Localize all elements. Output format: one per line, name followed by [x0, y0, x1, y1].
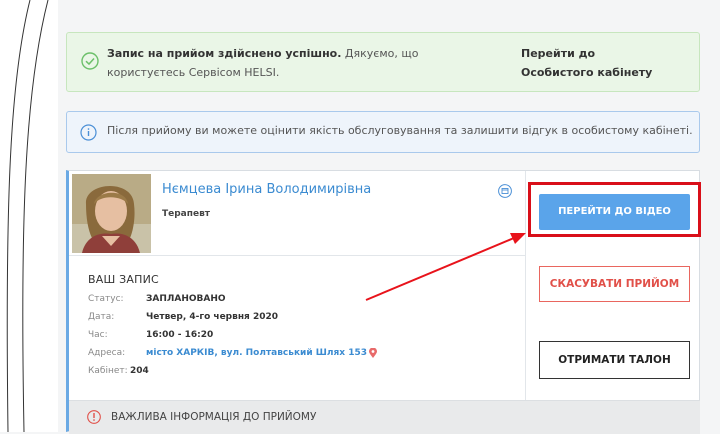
calendar-icon[interactable] [498, 184, 512, 198]
check-circle-icon [81, 52, 99, 70]
success-alert: Запис на прийом здійснено успішно. Дякує… [66, 32, 700, 92]
decorative-curves [6, 0, 49, 432]
map-pin-icon [369, 347, 378, 358]
cancel-appointment-button[interactable]: СКАСУВАТИ ПРИЙОМ [539, 266, 690, 302]
appointment-card: Нємцева Ірина Володимирівна Терапевт ВАШ… [66, 170, 701, 434]
date-value: Четвер, 4-го червня 2020 [146, 312, 279, 322]
important-info-bar[interactable]: ВАЖЛИВА ІНФОРМАЦІЯ ДО ПРИЙОМУ [69, 400, 700, 434]
date-row: Дата: Четвер, 4-го червня 2020 [88, 311, 278, 323]
info-circle-icon [80, 124, 97, 141]
address-row: Адреса: місто ХАРКІВ, вул. Полтавський Шл… [88, 347, 378, 359]
warning-circle-icon [87, 410, 101, 424]
cabinet-row: Кабінет: 204 [88, 365, 149, 377]
status-label: Статус: [88, 294, 124, 304]
appointment-title: ВАШ ЗАПИС [88, 273, 159, 286]
status-value: ЗАПЛАНОВАНО [146, 294, 226, 304]
personal-cabinet-link[interactable]: Перейти до Особистого кабінету [521, 44, 671, 82]
time-label: Час: [88, 330, 108, 340]
cabinet-label: Кабінет: [88, 366, 128, 376]
go-to-video-button[interactable]: ПЕРЕЙТИ ДО ВІДЕО [539, 194, 690, 230]
address-value[interactable]: місто ХАРКІВ, вул. Полтавський Шлях 153 [146, 348, 367, 358]
time-value: 16:00 - 16:20 [146, 330, 214, 340]
success-message-bold: Запис на прийом здійснено успішно. [107, 47, 342, 60]
cabinet-value: 204 [130, 366, 149, 376]
info-alert: Після прийому ви можете оцінити якість о… [66, 111, 700, 153]
status-row: Статус: ЗАПЛАНОВАНО [88, 293, 226, 305]
success-message: Запис на прийом здійснено успішно. Дякує… [107, 44, 497, 82]
info-message: Після прийому ви можете оцінити якість о… [107, 124, 693, 137]
date-label: Дата: [88, 312, 115, 322]
address-label: Адреса: [88, 348, 126, 358]
time-row: Час: 16:00 - 16:20 [88, 329, 213, 341]
row-divider [69, 255, 525, 256]
important-info-text: ВАЖЛИВА ІНФОРМАЦІЯ ДО ПРИЙОМУ [111, 411, 317, 423]
doctor-name[interactable]: Нємцева Ірина Володимирівна [162, 182, 371, 197]
get-ticket-button[interactable]: ОТРИМАТИ ТАЛОН [539, 341, 690, 379]
column-divider [525, 171, 526, 400]
doctor-role: Терапевт [162, 209, 210, 219]
doctor-photo [72, 174, 151, 253]
